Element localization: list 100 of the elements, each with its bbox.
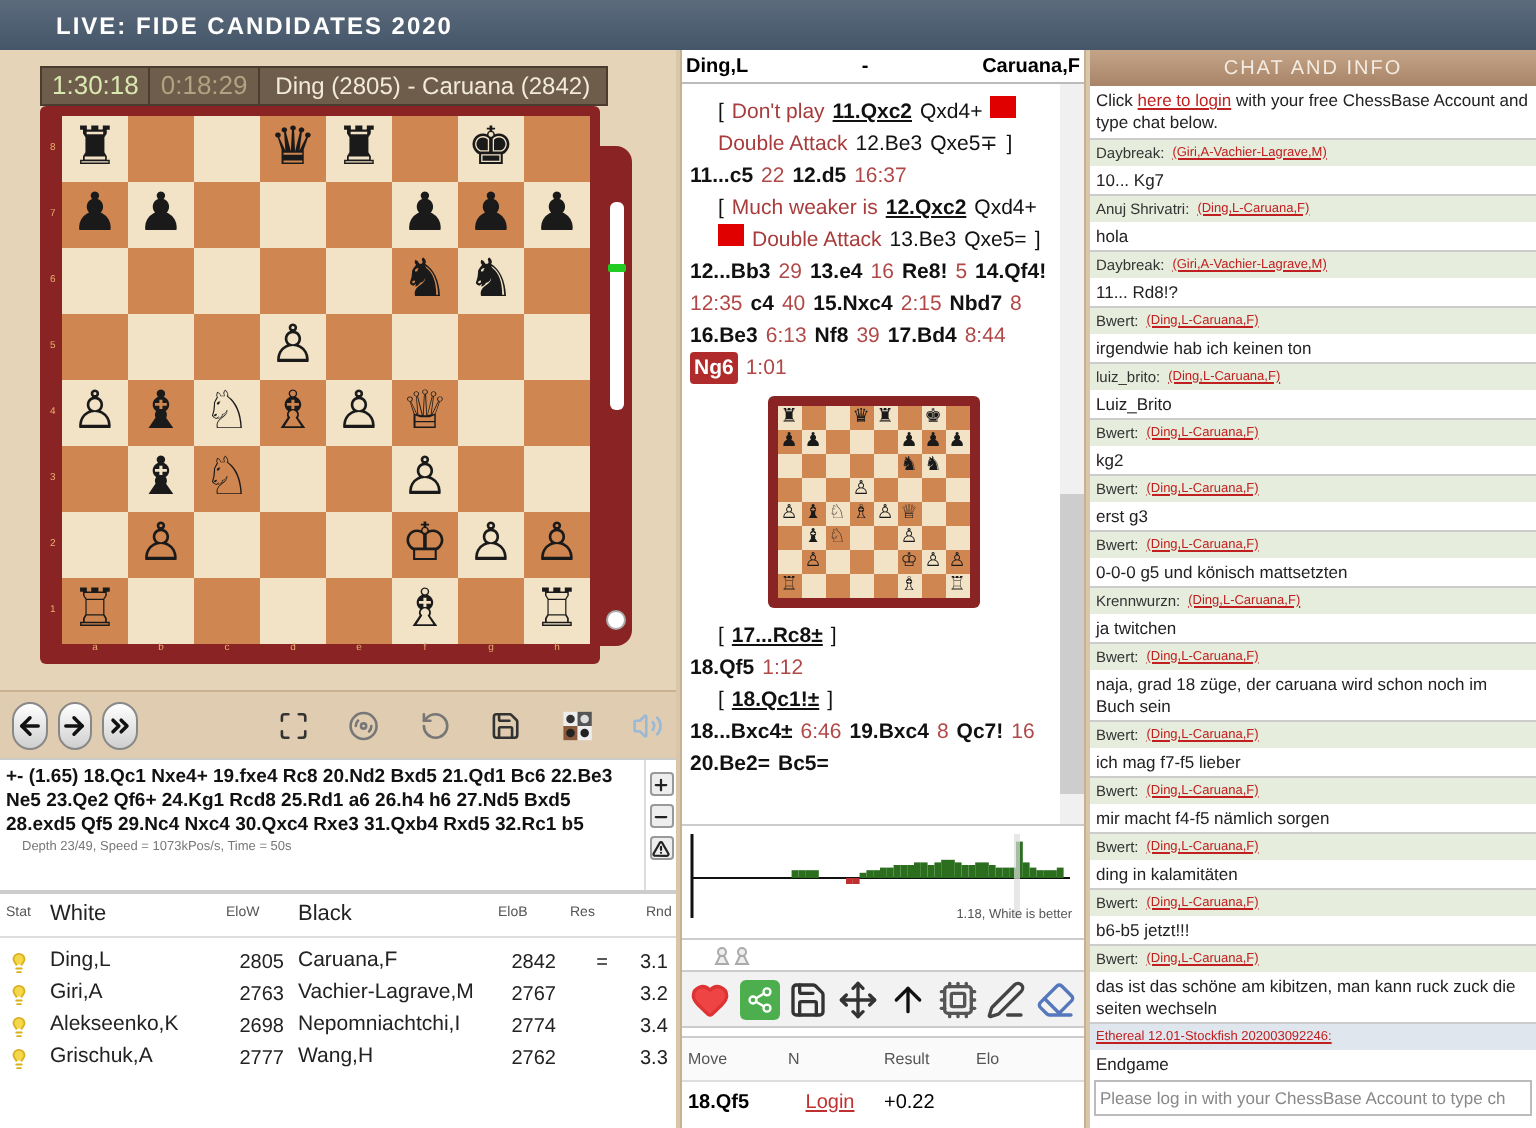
chess-piece[interactable]: ♗ <box>401 584 449 638</box>
board-square[interactable] <box>128 314 194 380</box>
board-square[interactable]: ♟ <box>524 182 590 248</box>
move-link[interactable]: Bc5= <box>778 748 829 780</box>
move-link[interactable]: Qc7! <box>956 716 1004 748</box>
current-move[interactable]: Ng6 <box>690 352 738 384</box>
move-link[interactable]: 18...Bxc4± <box>690 716 793 748</box>
chess-piece[interactable]: ♙ <box>533 518 581 572</box>
chess-piece[interactable]: ♕ <box>401 386 449 440</box>
board-square[interactable]: ♞ <box>458 248 524 314</box>
board-square[interactable] <box>62 314 128 380</box>
board-square[interactable] <box>194 116 260 182</box>
save-icon[interactable] <box>788 979 829 1019</box>
board-square[interactable]: ♘ <box>194 380 260 446</box>
board-square[interactable] <box>524 314 590 380</box>
minus-button[interactable] <box>649 804 673 828</box>
chess-piece[interactable]: ♟ <box>137 188 185 242</box>
column-header[interactable]: Move <box>682 1047 782 1071</box>
board-square[interactable] <box>128 578 194 644</box>
eraser-icon[interactable] <box>1035 979 1076 1019</box>
chat-input[interactable]: Please log in with your ChessBase Account to type ch <box>1094 1080 1532 1116</box>
chess-piece[interactable]: ♙ <box>335 386 383 440</box>
board-square[interactable]: ♜ <box>62 116 128 182</box>
chess-piece[interactable]: ♚ <box>467 122 515 176</box>
eval-slider-thumb[interactable] <box>607 264 625 273</box>
board-square[interactable] <box>62 248 128 314</box>
move-link[interactable]: 12.d5 <box>792 160 847 192</box>
chess-piece[interactable]: ♝ <box>137 386 185 440</box>
board-square[interactable] <box>128 248 194 314</box>
board-square[interactable] <box>326 314 392 380</box>
chess-piece[interactable]: ♜ <box>71 122 119 176</box>
end-button[interactable] <box>102 701 138 749</box>
move-link[interactable]: 12...Bb3 <box>690 256 771 288</box>
board-square[interactable] <box>326 578 392 644</box>
board-square[interactable]: ♙ <box>458 512 524 578</box>
chess-piece[interactable]: ♙ <box>71 386 119 440</box>
board-square[interactable] <box>194 182 260 248</box>
board-square[interactable]: ♙ <box>524 512 590 578</box>
pen-icon[interactable] <box>986 979 1027 1019</box>
board-square[interactable]: ♟ <box>392 182 458 248</box>
chess-piece[interactable]: ♙ <box>137 518 185 572</box>
chess-piece[interactable]: ♞ <box>401 254 449 308</box>
board-square[interactable] <box>194 314 260 380</box>
board-square[interactable] <box>194 512 260 578</box>
move-link[interactable]: 13.e4 <box>809 256 863 288</box>
variation-link[interactable]: 18.Qc1!± <box>731 684 820 716</box>
scrollbar-thumb[interactable] <box>1060 494 1084 794</box>
board-square[interactable] <box>62 446 128 512</box>
move-link[interactable]: 15.Nxc4 <box>813 288 893 320</box>
board-square[interactable]: ♟ <box>458 182 524 248</box>
board-square[interactable]: ♗ <box>260 380 326 446</box>
board-square[interactable] <box>62 512 128 578</box>
variation-link[interactable]: 11.Qxc2 <box>832 96 912 128</box>
board-square[interactable]: ♟ <box>128 182 194 248</box>
move-link[interactable]: Nbd7 <box>949 288 1003 320</box>
forward-button[interactable] <box>57 701 93 749</box>
chess-piece[interactable]: ♟ <box>71 188 119 242</box>
column-header[interactable]: Elo <box>970 1047 1050 1071</box>
board-square[interactable] <box>524 446 590 512</box>
chess-piece[interactable]: ♖ <box>533 584 581 638</box>
board-square[interactable]: ♙ <box>128 512 194 578</box>
board-square[interactable]: ♖ <box>524 578 590 644</box>
board-square[interactable] <box>260 578 326 644</box>
variation-link[interactable]: 12.Qxc2 <box>885 192 967 224</box>
board-square[interactable] <box>524 116 590 182</box>
chess-piece[interactable]: ♝ <box>137 452 185 506</box>
board-square[interactable] <box>128 116 194 182</box>
board-square[interactable]: ♜ <box>326 116 392 182</box>
board-square[interactable] <box>458 578 524 644</box>
board-square[interactable] <box>392 314 458 380</box>
board-square[interactable]: ♙ <box>392 446 458 512</box>
move-link[interactable]: 14.Qf4! <box>975 256 1047 288</box>
column-header[interactable]: N <box>782 1047 878 1071</box>
chess-piece[interactable]: ♟ <box>533 188 581 242</box>
chess-piece[interactable]: ♟ <box>401 188 449 242</box>
move-link[interactable]: 20.Be2= <box>690 748 770 780</box>
column-header[interactable]: Black <box>292 898 492 932</box>
board-square[interactable] <box>458 446 524 512</box>
board-square[interactable] <box>326 182 392 248</box>
chess-piece[interactable]: ♗ <box>269 386 317 440</box>
chess-piece[interactable]: ♞ <box>467 254 515 308</box>
move-link[interactable]: c4 <box>750 288 774 320</box>
board-square[interactable]: ♗ <box>392 578 458 644</box>
board-square[interactable]: ♛ <box>260 116 326 182</box>
move-link[interactable]: 11...c5 <box>690 160 754 192</box>
board-square[interactable] <box>260 182 326 248</box>
board-square[interactable]: ♖ <box>62 578 128 644</box>
board-square[interactable] <box>458 380 524 446</box>
scrollbar[interactable] <box>1060 84 1084 824</box>
chess-piece[interactable]: ♘ <box>203 386 251 440</box>
board-square[interactable] <box>326 446 392 512</box>
chess-piece[interactable]: ♘ <box>203 452 251 506</box>
board-square[interactable] <box>326 512 392 578</box>
board-square[interactable] <box>260 248 326 314</box>
chess-piece[interactable]: ♜ <box>335 122 383 176</box>
board-square[interactable]: ♝ <box>128 380 194 446</box>
board-square[interactable] <box>524 248 590 314</box>
variation-link[interactable]: 17...Rc8± <box>731 620 823 652</box>
back-button[interactable] <box>12 701 48 749</box>
engine-icon[interactable] <box>937 979 978 1019</box>
